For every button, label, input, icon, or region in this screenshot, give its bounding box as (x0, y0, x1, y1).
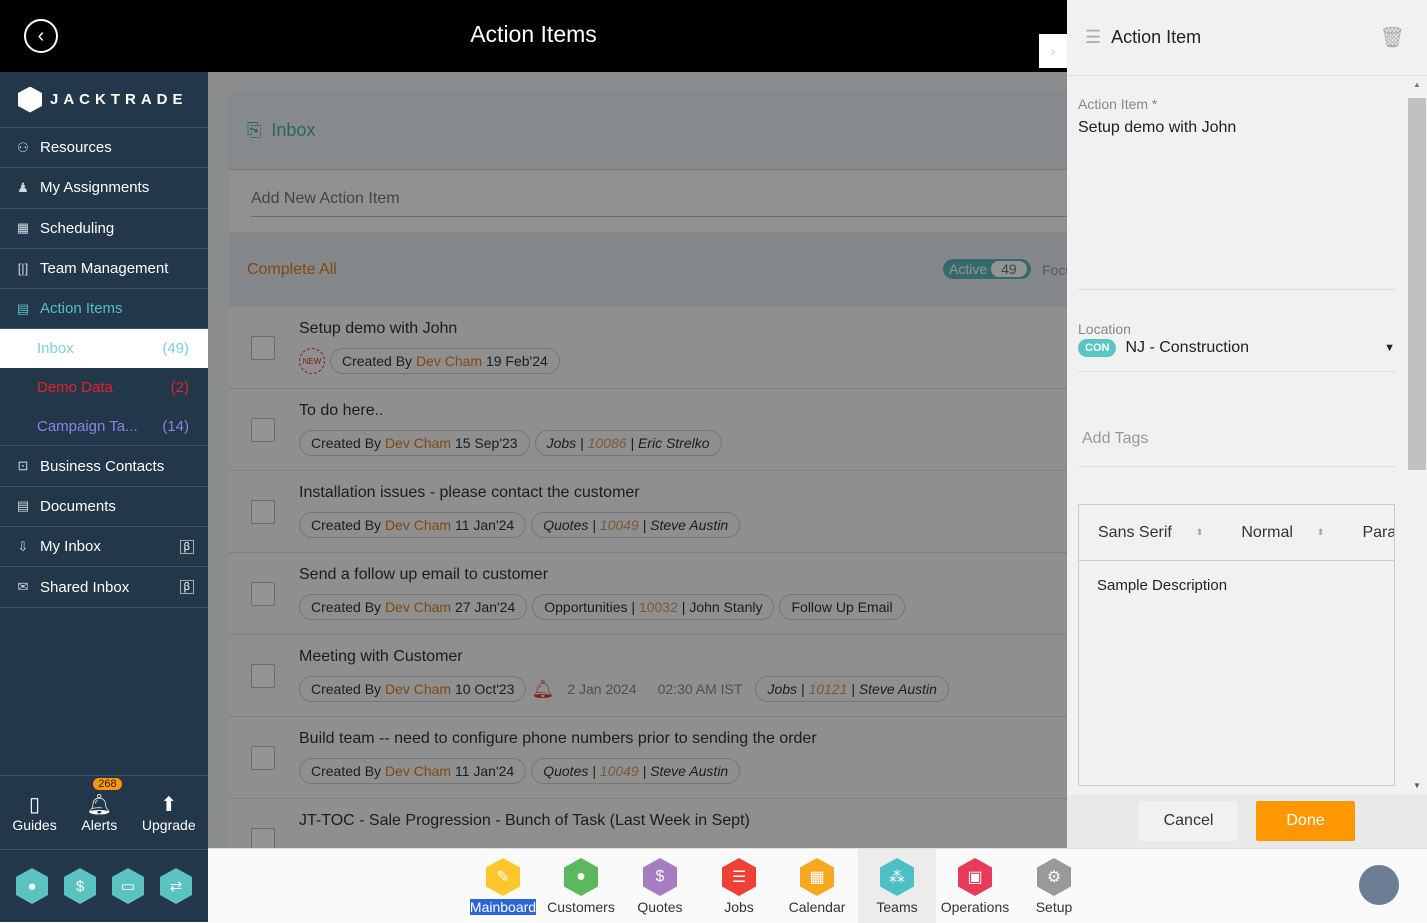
resources-icon: ⚇ (17, 139, 29, 155)
sidebar: JACKTRADE ⚇ Resources ♟ My Assignments ▦ Sc… (0, 72, 208, 922)
bell-icon: 🔔︎ (86, 794, 112, 816)
clipboard-icon: ▤ (16, 300, 30, 316)
size-select[interactable]: Normal (1241, 524, 1293, 542)
bottom-nav-quotes[interactable]: $ Quotes (621, 849, 699, 923)
documents-icon: ▤ (16, 498, 30, 514)
jobs-icon: ☰ (722, 858, 756, 896)
customers-icon: ● (564, 858, 598, 896)
calendar-icon: ▦ (800, 858, 834, 896)
guides-button[interactable]: ▯ Guides (12, 792, 56, 833)
sidebar-item-business-contacts[interactable]: ⊡ Business Contacts (0, 446, 208, 487)
trash-icon[interactable]: 🗑︎ (1380, 25, 1405, 50)
setup-icon: ⚙ (1037, 858, 1071, 896)
sidebar-sub-inbox[interactable]: Inbox (49) (0, 329, 208, 369)
bottom-nav-mainboard[interactable]: ✎ Mainboard (464, 849, 542, 923)
dollar-icon[interactable]: $ (64, 868, 96, 904)
sidebar-item-documents[interactable]: ▤ Documents (0, 487, 208, 528)
sidebar-item-my-assignments[interactable]: ♟ My Assignments (0, 168, 208, 209)
page-title: Action Items (470, 21, 597, 47)
sidebar-item-shared-inbox[interactable]: ✉ Shared Inbox β (0, 567, 208, 608)
teams-icon: ⁂ (880, 858, 914, 896)
sidebar-item-action-items[interactable]: ▤ Action Items (0, 289, 208, 330)
bottom-nav-jobs[interactable]: ☰ Jobs (700, 849, 778, 923)
sidebar-sub-demo-data[interactable]: Demo Data (2) (0, 368, 208, 407)
workflow-icon[interactable]: ⇄ (160, 868, 192, 904)
user-icon[interactable]: ● (16, 868, 48, 904)
operations-icon: ▣ (958, 858, 992, 896)
mail-icon: ✉ (17, 579, 29, 595)
location-select[interactable]: CON NJ - Construction ▼ (1078, 339, 1395, 357)
top-bar: ‹ Action Items (0, 0, 1067, 72)
avatar[interactable] (1359, 865, 1399, 905)
logo[interactable]: JACKTRADE (0, 72, 208, 128)
bottom-nav-customers[interactable]: ● Customers (542, 849, 620, 923)
caret-down-icon: ▼ (1384, 342, 1395, 354)
book-icon: ▯ (29, 794, 41, 816)
add-tags-input[interactable]: Add Tags (1082, 430, 1148, 448)
action-item-drawer: ☰ Action Item 🗑︎ Action Item * Setup demo… (1067, 0, 1427, 848)
quotes-icon: $ (643, 858, 677, 896)
list-icon: ☰ (1085, 27, 1102, 47)
sidebar-item-resources[interactable]: ⚇ Resources (0, 128, 208, 169)
assignments-icon: ♟ (17, 179, 29, 195)
team-management-icon: [|] (17, 261, 29, 277)
action-item-field[interactable]: Setup demo with John (1078, 119, 1236, 137)
mainboard-icon: ✎ (486, 858, 520, 896)
sidebar-item-my-inbox[interactable]: ⇩ My Inbox β (0, 527, 208, 568)
bottom-nav-teams[interactable]: ⁂ Teams (858, 849, 936, 923)
sidebar-item-team-management[interactable]: [|] Team Management (0, 249, 208, 290)
sidebar-sub-campaign[interactable]: Campaign Ta... (14) (0, 407, 208, 447)
bottom-nav-setup[interactable]: ⚙ Setup (1015, 849, 1093, 923)
modal-overlay[interactable] (208, 72, 1067, 848)
font-select[interactable]: Sans Serif (1098, 524, 1172, 542)
collapse-drawer-button[interactable]: › (1039, 34, 1067, 68)
alerts-count-badge: 268 (93, 778, 122, 790)
description-editor[interactable]: Sans Serif⬍ Normal⬍ Parag Sample Descrip… (1078, 504, 1395, 786)
contacts-icon: ⊡ (17, 458, 29, 474)
arrow-up-icon: ⬆ (160, 794, 178, 816)
inbox-icon: ⇩ (17, 538, 29, 554)
done-button[interactable]: Done (1256, 801, 1355, 841)
alerts-button[interactable]: 268 🔔︎ Alerts (81, 778, 122, 833)
bottom-nav-operations[interactable]: ▣ Operations (936, 849, 1014, 923)
money-icon[interactable]: ▭ (112, 868, 144, 904)
bottom-nav: ✎ Mainboard ● Customers $ Quotes ☰ Jobs ▦ Calenda… (208, 848, 1427, 923)
bottom-nav-calendar[interactable]: ▦ Calendar (778, 849, 856, 923)
format-select[interactable]: Parag (1362, 524, 1394, 542)
upgrade-button[interactable]: ⬆ Upgrade (142, 792, 196, 833)
cancel-button[interactable]: Cancel (1139, 801, 1238, 841)
drawer-scrollbar[interactable]: ▲ ▼ (1408, 80, 1426, 790)
sidebar-item-scheduling[interactable]: ▦ Scheduling (0, 209, 208, 249)
scheduling-icon: ▦ (16, 220, 30, 236)
